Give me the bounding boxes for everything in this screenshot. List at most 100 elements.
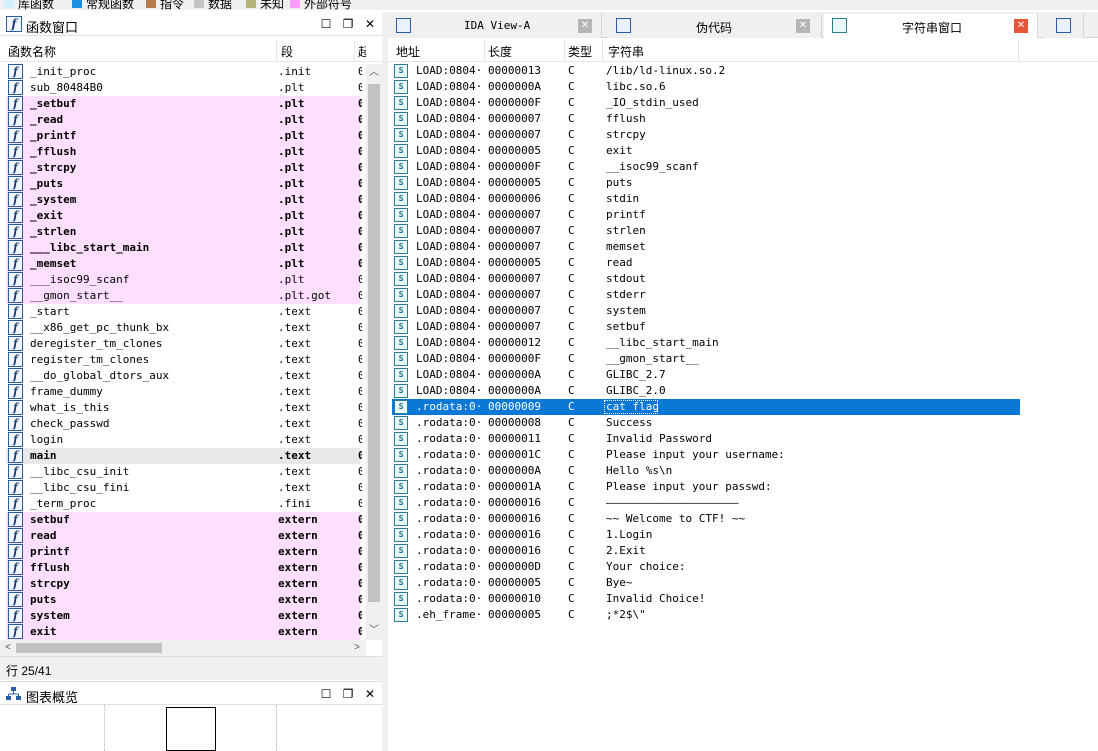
function-row[interactable]: f _read .plt 0 — [6, 112, 362, 128]
tab-ida-view-a[interactable]: IDA View-A ✕ — [388, 14, 602, 38]
column-header-string[interactable]: 字符串 — [608, 43, 644, 60]
function-row[interactable]: f ___isoc99_scanf .plt 0 — [6, 272, 362, 288]
string-row[interactable]: S .rodata:0··· 00000011 C Invalid Password — [392, 431, 1020, 447]
string-row[interactable]: S LOAD:0804··· 00000006 Cstdin — [392, 191, 1020, 207]
function-row[interactable]: f puts extern 0 — [6, 592, 362, 608]
minimize-icon[interactable]: ☐ — [318, 16, 334, 32]
tab-strings[interactable]: 字符串窗口 ✕ — [824, 14, 1038, 38]
scrollbar-thumb[interactable] — [368, 84, 380, 602]
close-icon[interactable]: ✕ — [362, 16, 378, 32]
function-row[interactable]: f strcpy extern 0 — [6, 576, 362, 592]
function-row[interactable]: f frame_dummy .text 0 — [6, 384, 362, 400]
string-row[interactable]: S LOAD:0804··· 00000007 Cfflush — [392, 111, 1020, 127]
column-divider[interactable] — [354, 40, 355, 60]
string-row[interactable]: S LOAD:0804··· 0000000A C GLIBC_2.7 — [392, 367, 1020, 383]
scroll-down-icon[interactable]: ﹀ — [367, 624, 381, 638]
function-row[interactable]: f check_passwd .text 0 — [6, 416, 362, 432]
close-icon[interactable]: ✕ — [796, 19, 810, 33]
function-row[interactable]: f __gmon_start__ .plt.got 0 — [6, 288, 362, 304]
string-row[interactable]: S LOAD:0804··· 00000012 C __libc_start_main — [392, 335, 1020, 351]
string-row[interactable]: S .rodata:0··· 0000000D C Your choice: — [392, 559, 1020, 575]
function-row[interactable]: f login .text 0 — [6, 432, 362, 448]
function-row[interactable]: f _memset .plt 0 — [6, 256, 362, 272]
panel-splitter[interactable] — [382, 12, 388, 751]
tab-pseudocode[interactable]: 伪代码 ✕ — [608, 14, 822, 38]
function-row[interactable]: f ___libc_start_main .plt 0 — [6, 240, 362, 256]
function-row[interactable]: f _init_proc .init 0 — [6, 64, 362, 80]
function-row[interactable]: f printf extern 0 — [6, 544, 362, 560]
restore-icon[interactable]: ❐ — [340, 686, 356, 702]
function-row[interactable]: f _strcpy .plt 0 — [6, 160, 362, 176]
string-row[interactable]: S LOAD:0804··· 00000007 Cmemset — [392, 239, 1020, 255]
function-row[interactable]: f main .text 0 — [6, 448, 362, 464]
function-row[interactable]: f _system .plt 0 — [6, 192, 362, 208]
function-row[interactable]: f __x86_get_pc_thunk_bx .text 0 — [6, 320, 362, 336]
column-divider[interactable] — [1018, 40, 1019, 60]
string-row[interactable]: S .rodata:0··· 00000008 C Success — [392, 415, 1020, 431]
string-row[interactable]: S .eh_frame··· 00000005 C ;*2$\" — [392, 607, 1020, 623]
scrollbar-thumb[interactable] — [16, 643, 162, 653]
function-row[interactable]: f exit extern 0 — [6, 624, 362, 640]
function-row[interactable]: f _printf .plt 0 — [6, 128, 362, 144]
restore-icon[interactable]: ❐ — [340, 16, 356, 32]
string-row[interactable]: S LOAD:0804··· 0000000F C __gmon_start__ — [392, 351, 1020, 367]
function-row[interactable]: f __libc_csu_fini .text 0 — [6, 480, 362, 496]
function-row[interactable]: f __libc_csu_init .text 0 — [6, 464, 362, 480]
column-header-type[interactable]: 类型 — [568, 43, 592, 60]
string-row[interactable]: S .rodata:0··· 00000005 C Bye~ — [392, 575, 1020, 591]
scroll-left-icon[interactable]: < — [1, 641, 15, 655]
functions-vertical-scrollbar[interactable]: ︿ ﹀ — [366, 64, 382, 640]
minimize-icon[interactable]: ☐ — [318, 686, 334, 702]
string-row[interactable]: S LOAD:0804··· 0000000A Clibc.so.6 — [392, 79, 1020, 95]
function-row[interactable]: f _exit .plt 0 — [6, 208, 362, 224]
string-row[interactable]: S LOAD:0804··· 00000005 Cexit — [392, 143, 1020, 159]
function-row[interactable]: f register_tm_clones .text 0 — [6, 352, 362, 368]
column-header-start[interactable]: 起 — [358, 43, 366, 60]
string-row[interactable]: S .rodata:0··· 00000016 C ~~ Welcome to CTF!… — [392, 511, 1020, 527]
graph-overview-canvas[interactable] — [0, 705, 382, 751]
function-row[interactable]: f deregister_tm_clones .text 0 — [6, 336, 362, 352]
column-header-length[interactable]: 长度 — [488, 43, 512, 60]
graph-viewport-box[interactable] — [166, 707, 216, 751]
string-row[interactable]: S .rodata:0··· 00000016 C ——————————————————… — [392, 495, 1020, 511]
string-row[interactable]: S LOAD:0804··· 00000007 Csetbuf — [392, 319, 1020, 335]
column-divider[interactable] — [564, 40, 565, 60]
function-row[interactable]: f _setbuf .plt 0 — [6, 96, 362, 112]
string-row[interactable]: S LOAD:0804··· 0000000A C GLIBC_2.0 — [392, 383, 1020, 399]
string-row[interactable]: S .rodata:0··· 00000016 C 1.Login — [392, 527, 1020, 543]
string-row[interactable]: S LOAD:0804··· 00000013 C/lib/ld-linux.so.2 — [392, 63, 1020, 79]
string-row[interactable]: S LOAD:0804··· 00000007 Cprintf — [392, 207, 1020, 223]
string-row[interactable]: S LOAD:0804··· 00000007 Cstderr — [392, 287, 1020, 303]
string-row[interactable]: S LOAD:0804··· 00000007 Csystem — [392, 303, 1020, 319]
function-row[interactable]: f system extern 0 — [6, 608, 362, 624]
string-row[interactable]: S LOAD:0804··· 0000000F C __isoc99_scanf — [392, 159, 1020, 175]
string-row[interactable]: S .rodata:0··· 00000010 C Invalid Choice! — [392, 591, 1020, 607]
close-icon[interactable]: ✕ — [1014, 19, 1028, 33]
column-header-address[interactable]: 地址 — [396, 43, 420, 60]
function-row[interactable]: f __do_global_dtors_aux .text 0 — [6, 368, 362, 384]
function-row[interactable]: f setbuf extern 0 — [6, 512, 362, 528]
string-row[interactable]: S .rodata:0··· 0000000A C Hello %s\n — [392, 463, 1020, 479]
function-row[interactable]: f _fflush .plt 0 — [6, 144, 362, 160]
scroll-up-icon[interactable]: ︿ — [367, 66, 381, 80]
function-row[interactable]: f _strlen .plt 0 — [6, 224, 362, 240]
close-icon[interactable]: ✕ — [578, 19, 592, 33]
functions-horizontal-scrollbar[interactable]: < > — [0, 640, 366, 656]
scroll-right-icon[interactable]: > — [350, 641, 364, 655]
column-header-name[interactable]: 函数名称 — [8, 43, 56, 60]
function-row[interactable]: f _start .text 0 — [6, 304, 362, 320]
function-row[interactable]: f fflush extern 0 — [6, 560, 362, 576]
string-row[interactable]: S LOAD:0804··· 00000007 Cstrlen — [392, 223, 1020, 239]
function-row[interactable]: f _puts .plt 0 — [6, 176, 362, 192]
column-divider[interactable] — [484, 40, 485, 60]
string-row[interactable]: S .rodata:0··· 0000001C C Please input your … — [392, 447, 1020, 463]
string-row[interactable]: S LOAD:0804··· 00000005 Cputs — [392, 175, 1020, 191]
close-icon[interactable]: ✕ — [362, 686, 378, 702]
string-row[interactable]: S LOAD:0804··· 0000000F C _IO_stdin_used — [392, 95, 1020, 111]
string-row[interactable]: S LOAD:0804··· 00000005 Cread — [392, 255, 1020, 271]
column-divider[interactable] — [276, 40, 277, 60]
string-row[interactable]: S LOAD:0804··· 00000007 Cstrcpy — [392, 127, 1020, 143]
function-row[interactable]: f read extern 0 — [6, 528, 362, 544]
function-row[interactable]: f sub_80484B0 .plt 0 — [6, 80, 362, 96]
function-row[interactable]: f what_is_this .text 0 — [6, 400, 362, 416]
